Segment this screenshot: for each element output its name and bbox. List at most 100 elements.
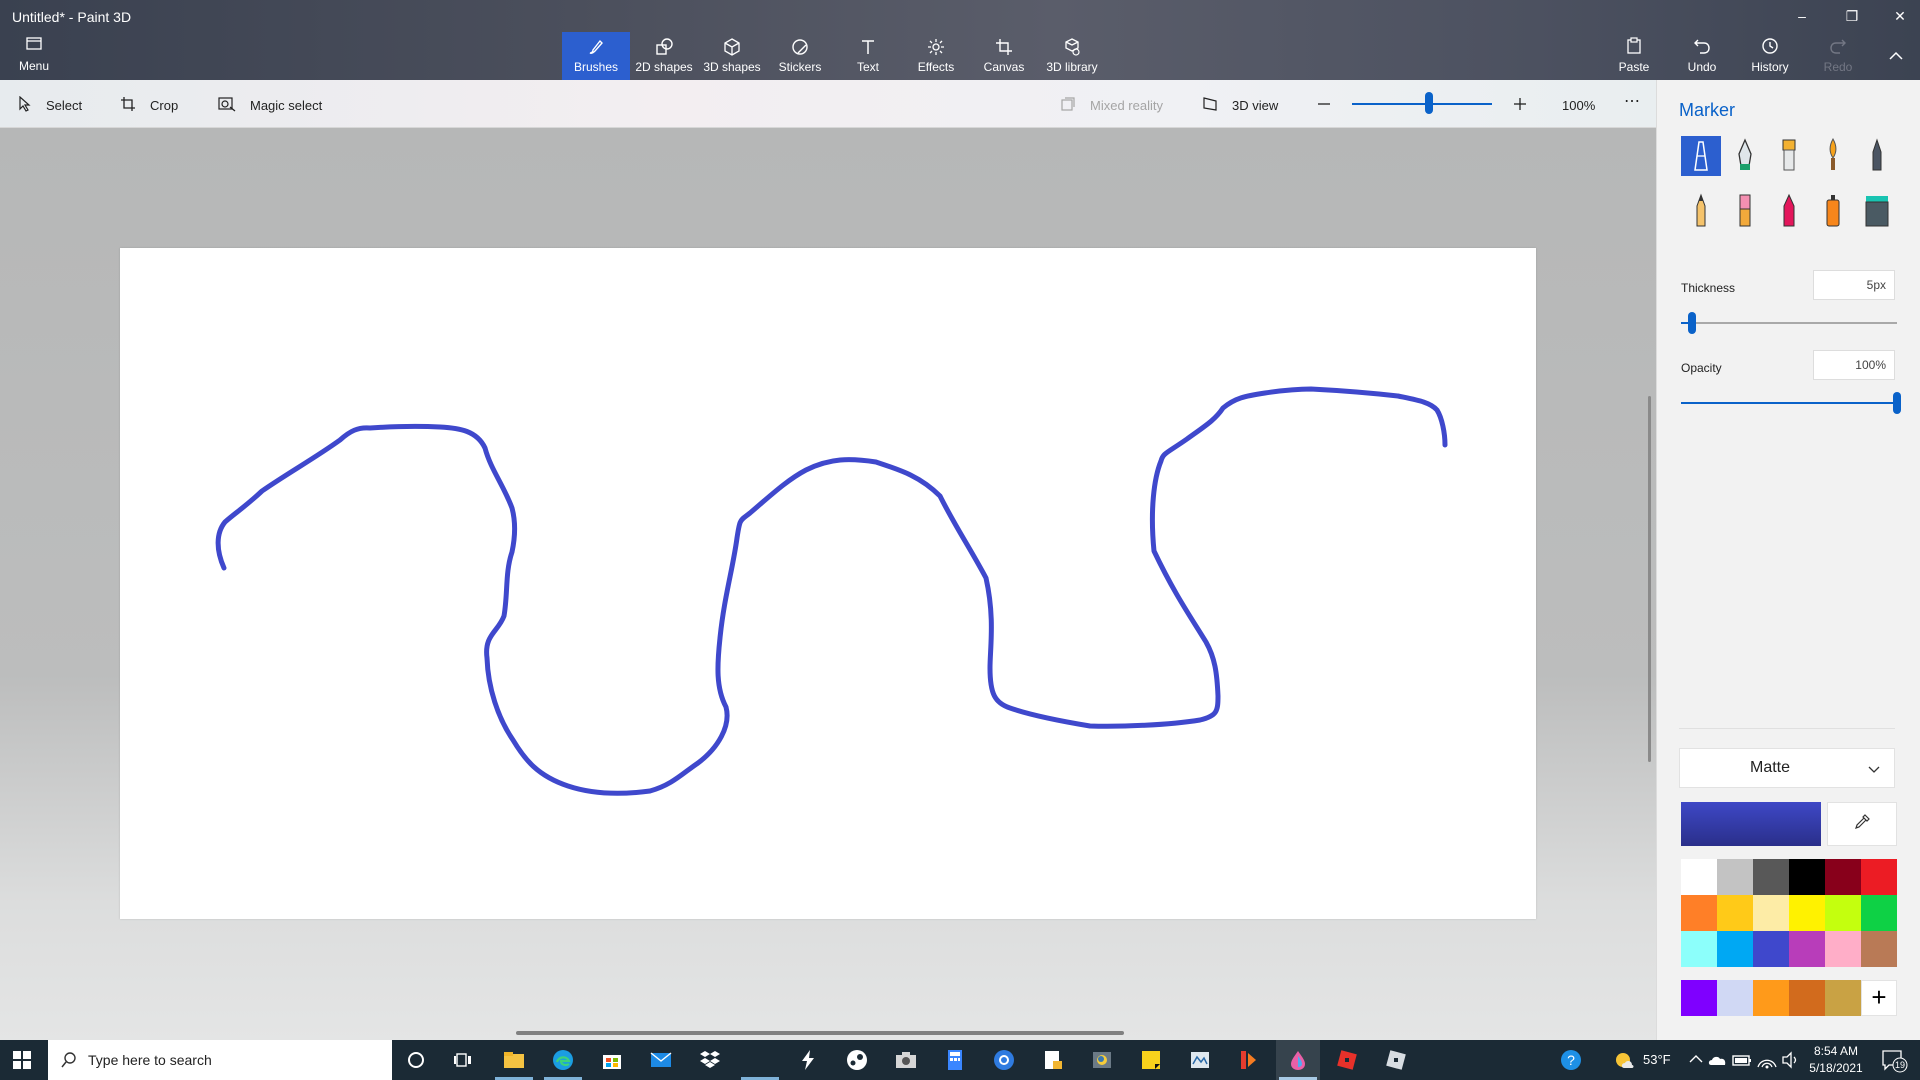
notepad-icon[interactable] (1041, 1048, 1065, 1072)
zoom-slider-track[interactable] (1352, 103, 1492, 105)
zoom-slider-thumb[interactable] (1425, 92, 1433, 114)
horizontal-scrollbar[interactable] (516, 1031, 1124, 1035)
custom-color-swatch[interactable] (1753, 980, 1789, 1016)
fill-button[interactable] (1857, 192, 1897, 232)
color-swatch[interactable] (1717, 931, 1753, 967)
more-options-button[interactable]: ⋯ (1624, 90, 1640, 112)
color-swatch[interactable] (1861, 895, 1897, 931)
tab-stickers[interactable]: Stickers (766, 32, 834, 80)
tool-icon[interactable] (1237, 1048, 1261, 1072)
dropbox-icon[interactable] (698, 1048, 722, 1072)
bolt-icon[interactable] (796, 1048, 820, 1072)
color-swatch[interactable] (1681, 859, 1717, 895)
wifi-icon[interactable] (1755, 1048, 1779, 1072)
select-button[interactable]: Select (18, 94, 82, 116)
oil-brush-button[interactable] (1769, 136, 1809, 176)
history-button[interactable]: History (1740, 32, 1800, 80)
cortana-icon[interactable] (404, 1048, 428, 1072)
spray-can-button[interactable] (1813, 192, 1853, 232)
minimize-button[interactable]: – (1782, 4, 1822, 28)
color-swatch[interactable] (1753, 895, 1789, 931)
color-swatch[interactable] (1681, 895, 1717, 931)
color-swatch[interactable] (1717, 895, 1753, 931)
edge-icon[interactable] (551, 1048, 575, 1072)
color-swatch[interactable] (1789, 895, 1825, 931)
pencil-button[interactable] (1681, 192, 1721, 232)
tab-2d-shapes[interactable]: 2D shapes (630, 32, 698, 80)
zoom-level[interactable]: 100% (1562, 94, 1595, 116)
color-swatch[interactable] (1681, 931, 1717, 967)
clock-date[interactable]: 5/18/2021 (1806, 1061, 1866, 1075)
watercolor-brush-button[interactable] (1813, 136, 1853, 176)
magic-select-button[interactable]: Magic select (218, 94, 322, 116)
tab-brushes[interactable]: Brushes (562, 32, 630, 80)
color-swatch[interactable] (1861, 931, 1897, 967)
crop-button[interactable]: Crop (120, 94, 178, 116)
3d-view-button[interactable]: 3D view (1202, 94, 1278, 116)
color-swatch[interactable] (1717, 859, 1753, 895)
roblox-studio-icon[interactable] (1384, 1048, 1408, 1072)
calligraphy-pen-button[interactable] (1725, 136, 1765, 176)
file-explorer-icon[interactable] (502, 1048, 526, 1072)
battery-icon[interactable] (1730, 1048, 1754, 1072)
drawing-canvas[interactable] (120, 248, 1536, 919)
notifications-button[interactable]: 19 (1880, 1048, 1910, 1074)
close-button[interactable]: ✕ (1880, 4, 1920, 28)
custom-color-swatch[interactable] (1789, 980, 1825, 1016)
color-swatch[interactable] (1825, 895, 1861, 931)
pixel-pen-button[interactable] (1857, 136, 1897, 176)
store-icon[interactable] (600, 1048, 624, 1072)
custom-color-swatch[interactable] (1681, 980, 1717, 1016)
thickness-input[interactable]: 5px (1813, 270, 1895, 300)
undo-button[interactable]: Undo (1672, 32, 1732, 80)
eyedropper-button[interactable] (1827, 802, 1897, 846)
finish-dropdown[interactable]: Matte (1679, 748, 1895, 788)
tab-canvas[interactable]: Canvas (970, 32, 1038, 80)
opacity-input[interactable]: 100% (1813, 350, 1895, 380)
mail-icon[interactable] (649, 1048, 673, 1072)
opacity-slider-thumb[interactable] (1893, 392, 1901, 414)
zoom-in-button[interactable] (1512, 94, 1528, 116)
menu-button[interactable]: Menu (8, 32, 60, 80)
color-swatch[interactable] (1789, 859, 1825, 895)
color-swatch[interactable] (1825, 931, 1861, 967)
sketch-icon[interactable] (1188, 1048, 1212, 1072)
color-swatch[interactable] (1861, 859, 1897, 895)
weather-icon[interactable] (1612, 1048, 1636, 1072)
color-swatch[interactable] (1825, 859, 1861, 895)
tab-text[interactable]: Text (834, 32, 902, 80)
vertical-scrollbar[interactable] (1648, 396, 1651, 762)
tab-effects[interactable]: Effects (902, 32, 970, 80)
crayon-button[interactable] (1769, 192, 1809, 232)
restore-button[interactable]: ❐ (1832, 4, 1872, 28)
camera-icon[interactable] (894, 1048, 918, 1072)
current-color-swatch[interactable] (1681, 802, 1821, 846)
python-icon[interactable] (1090, 1048, 1114, 1072)
sticky-notes-icon[interactable] (1139, 1048, 1163, 1072)
start-button[interactable] (12, 1050, 32, 1075)
add-color-button[interactable]: + (1861, 980, 1897, 1016)
eraser-button[interactable] (1725, 192, 1765, 232)
volume-icon[interactable] (1779, 1048, 1803, 1072)
calculator-icon[interactable] (943, 1048, 967, 1072)
taskbar-search-box[interactable]: Type here to search (48, 1040, 392, 1080)
custom-color-swatch[interactable] (1717, 980, 1753, 1016)
mixed-reality-button[interactable]: Mixed reality (1060, 94, 1163, 116)
task-view-icon[interactable] (452, 1048, 476, 1072)
paste-button[interactable]: Paste (1604, 32, 1664, 80)
roblox-icon[interactable] (1335, 1048, 1359, 1072)
thickness-slider-thumb[interactable] (1687, 312, 1696, 334)
steam-icon[interactable] (845, 1048, 869, 1072)
color-swatch[interactable] (1789, 931, 1825, 967)
chrome-icon[interactable] (992, 1048, 1016, 1072)
tab-3d-shapes[interactable]: 3D shapes (698, 32, 766, 80)
redo-button[interactable]: Redo (1808, 32, 1868, 80)
color-swatch[interactable] (1753, 931, 1789, 967)
onedrive-icon[interactable] (1706, 1048, 1730, 1072)
help-icon[interactable]: ? (1559, 1048, 1583, 1072)
collapse-ribbon-button[interactable] (1876, 44, 1916, 68)
custom-color-swatch[interactable] (1825, 980, 1861, 1016)
tab-3d-library[interactable]: 3D library (1038, 32, 1106, 80)
marker-brush-button[interactable] (1681, 136, 1721, 176)
thickness-slider-track[interactable] (1681, 322, 1897, 324)
